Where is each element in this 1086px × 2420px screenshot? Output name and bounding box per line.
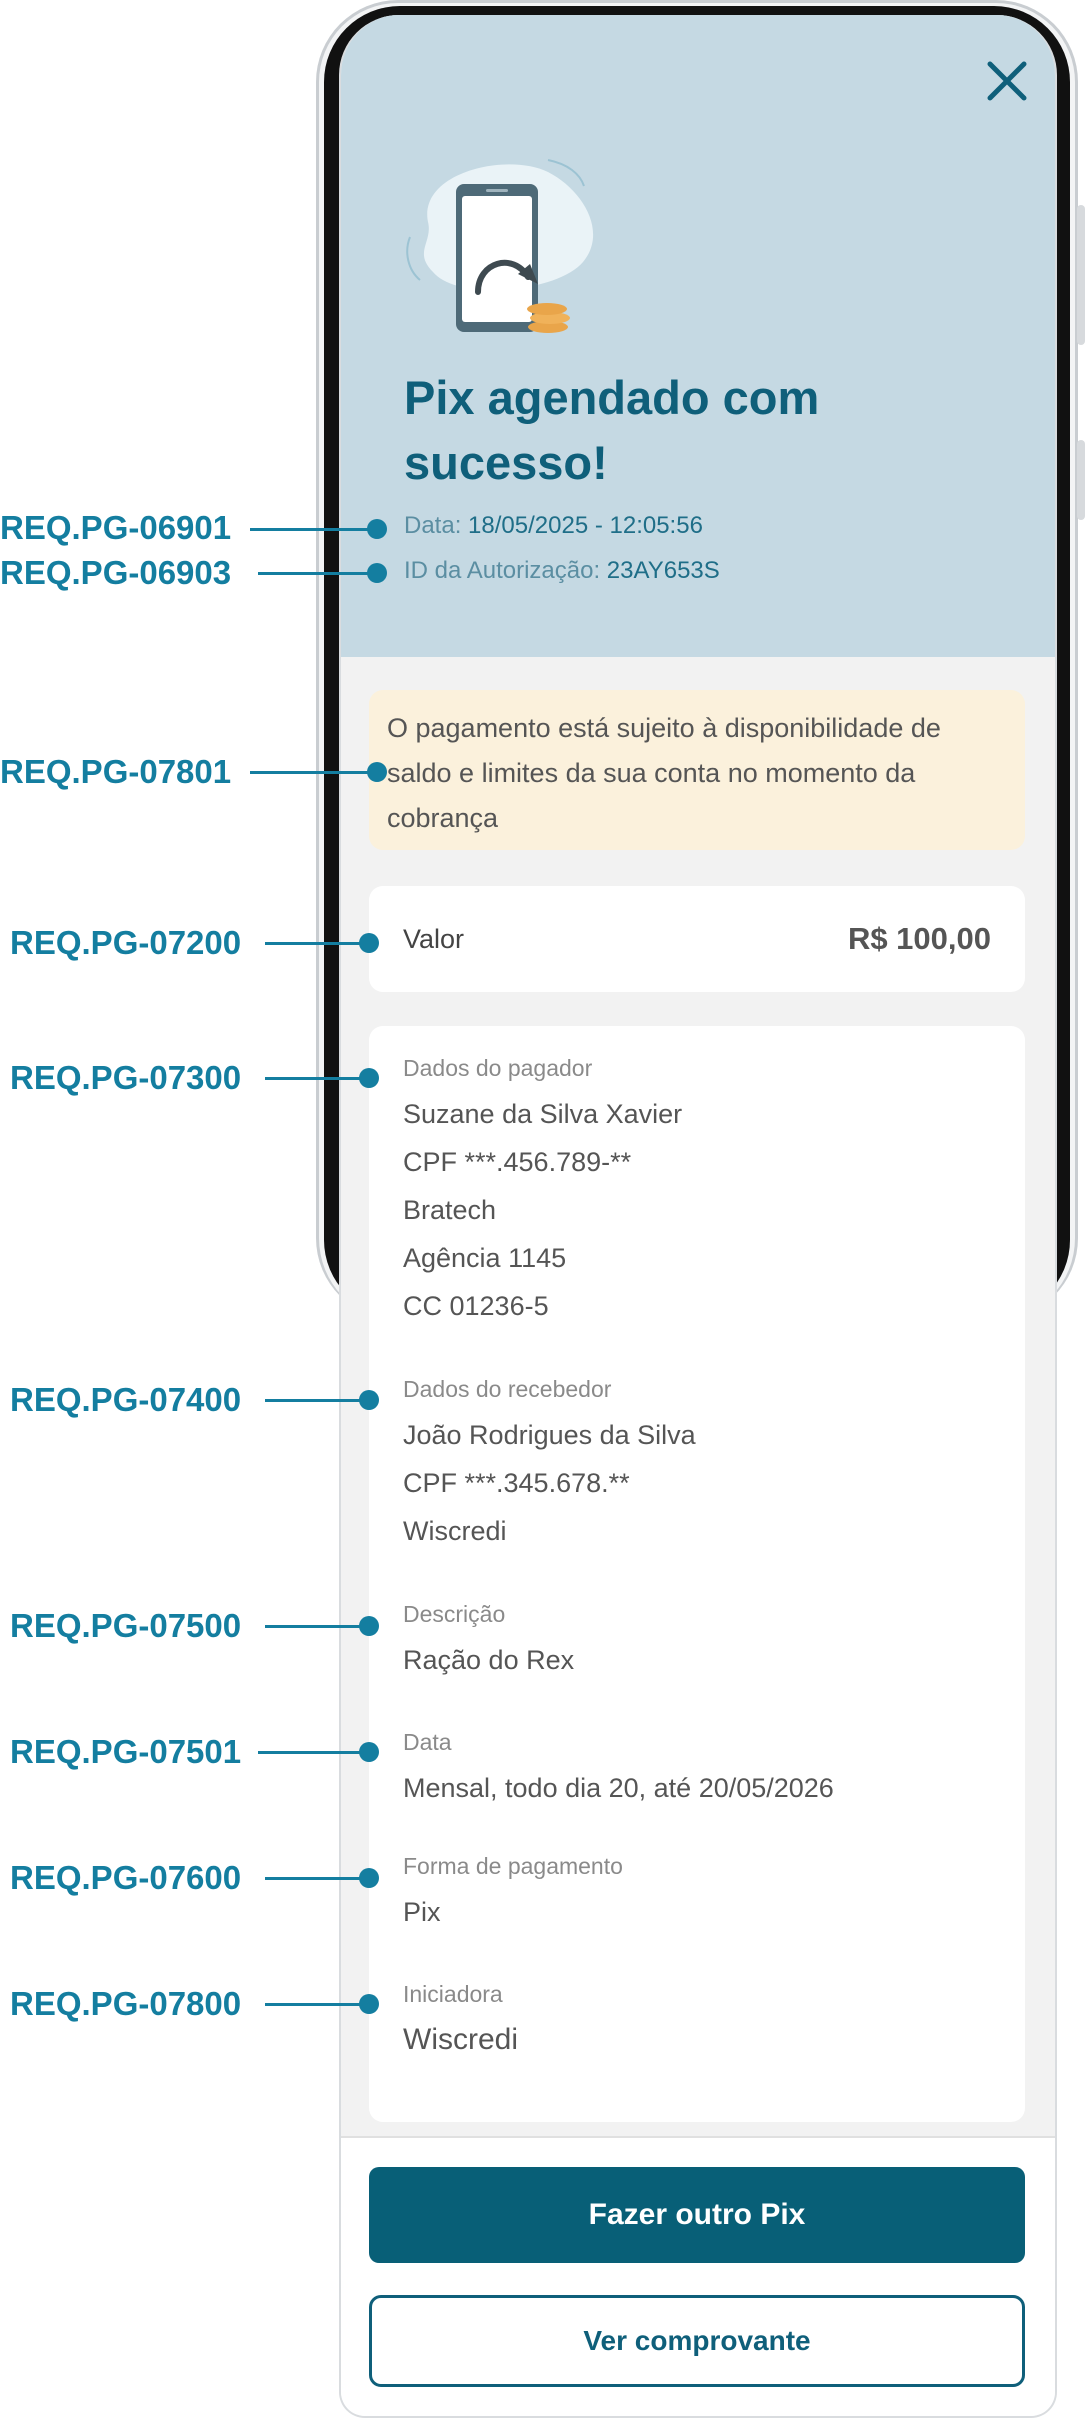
annotation-line: [265, 1877, 369, 1880]
date-value: 18/05/2025 - 12:05:56: [468, 512, 703, 539]
payer-agency: Agência 1145: [403, 1243, 567, 1273]
balance-notice: O pagamento está sujeito à disponibilida…: [369, 690, 1025, 850]
amount-label: Valor: [403, 923, 465, 954]
page-title: Pix agendado com sucesso!: [404, 371, 820, 489]
receiver-section: Dados do recebedor João Rodrigues da Sil…: [403, 1373, 696, 1555]
annotation-dot: [367, 519, 387, 539]
annotation-line: [265, 1399, 369, 1402]
payer-section: Dados do pagador Suzane da Silva Xavier …: [403, 1052, 682, 1330]
annotation-label: REQ.PG-07801: [0, 753, 232, 790]
annotation-dot: [359, 1390, 379, 1410]
annotation-label: REQ.PG-07300: [10, 1059, 242, 1096]
annotation-line: [265, 1625, 369, 1628]
description-section: Descrição Ração do Rex: [403, 1598, 574, 1684]
payment-method-title: Forma de pagamento: [403, 1853, 623, 1879]
volume-button: [1077, 205, 1085, 345]
success-header: Pix agendado com sucesso! Data: 18/05/20…: [341, 15, 1055, 657]
auth-value: 23AY653S: [606, 557, 720, 584]
annotation-line: [258, 1751, 369, 1754]
close-button[interactable]: [977, 51, 1037, 111]
annotation-line: [258, 572, 376, 575]
annotation-dot: [359, 1994, 379, 2014]
new-pix-button[interactable]: Fazer outro Pix: [369, 2167, 1025, 2263]
payment-method-value: Pix: [403, 1897, 441, 1927]
payer-cpf: CPF ***.456.789-**: [403, 1147, 632, 1177]
close-icon: [987, 61, 1027, 101]
annotation-dot: [359, 1742, 379, 1762]
annotation-label: REQ.PG-07400: [10, 1381, 242, 1418]
annotation-line: [265, 1077, 369, 1080]
receiver-title: Dados do recebedor: [403, 1376, 612, 1402]
phone-transfer-icon: [406, 159, 594, 333]
description-title: Descrição: [403, 1601, 506, 1627]
annotation-label: REQ.PG-07500: [10, 1607, 242, 1644]
date-label: Data:: [404, 512, 462, 539]
annotation-line: [265, 942, 369, 945]
auth-label: ID da Autorização:: [404, 557, 601, 584]
view-receipt-button[interactable]: Ver comprovante: [369, 2295, 1025, 2387]
amount-card: Valor R$ 100,00: [369, 886, 1025, 992]
payer-account: CC 01236-5: [403, 1291, 549, 1321]
receiver-institution: Wiscredi: [403, 1516, 507, 1546]
initiator-title: Iniciadora: [403, 1981, 503, 2007]
receiver-cpf: CPF ***.345.678.**: [403, 1468, 630, 1498]
app-screen: Pix agendado com sucesso! Data: 18/05/20…: [339, 15, 1057, 2418]
schedule-date: Data: 18/05/2025 - 12:05:56: [404, 512, 703, 540]
schedule-section: Data Mensal, todo dia 20, até 20/05/2026: [403, 1726, 834, 1812]
annotation-label: REQ.PG-07600: [10, 1859, 242, 1896]
receiver-name: João Rodrigues da Silva: [403, 1420, 696, 1450]
annotation-dot: [359, 1868, 379, 1888]
schedule-value: Mensal, todo dia 20, até 20/05/2026: [403, 1773, 834, 1803]
annotation-label: REQ.PG-06903: [0, 554, 232, 591]
initiator-value: Wiscredi: [403, 2023, 519, 2056]
initiator-section: Iniciadora Wiscredi: [403, 1978, 518, 2064]
annotation-line: [250, 771, 376, 774]
annotation-dot: [367, 563, 387, 583]
annotation-dot: [359, 1616, 379, 1636]
annotation-dot: [359, 1068, 379, 1088]
schedule-title: Data: [403, 1729, 452, 1755]
annotation-label: REQ.PG-07200: [10, 924, 242, 961]
annotation-line: [265, 2003, 369, 2006]
annotation-label: REQ.PG-06901: [0, 509, 232, 546]
authorization-id: ID da Autorização: 23AY653S: [404, 557, 720, 585]
annotation-dot: [367, 762, 387, 782]
annotation-dot: [359, 933, 379, 953]
annotation-label: REQ.PG-07800: [10, 1985, 242, 2022]
amount-value: R$ 100,00: [847, 921, 991, 956]
payment-method-section: Forma de pagamento Pix: [403, 1850, 623, 1936]
annotation-label: REQ.PG-07501: [10, 1733, 242, 1770]
payer-title: Dados do pagador: [403, 1055, 593, 1081]
description-value: Ração do Rex: [403, 1645, 575, 1675]
payer-name: Suzane da Silva Xavier: [403, 1099, 683, 1129]
power-button: [1077, 440, 1085, 520]
payer-institution: Bratech: [403, 1195, 497, 1225]
annotation-line: [250, 528, 376, 531]
